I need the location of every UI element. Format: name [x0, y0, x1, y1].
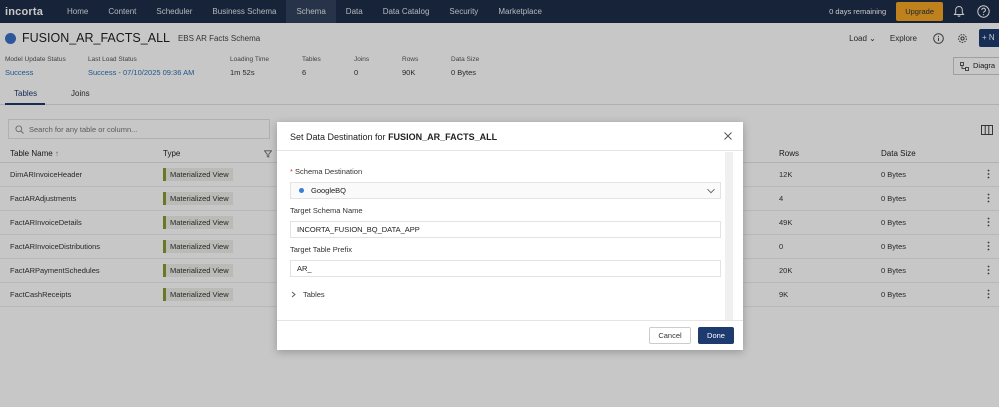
target-table-prefix-label: Target Table Prefix — [290, 245, 352, 254]
dialog-body: * Schema Destination GoogleBQ Target Sch… — [277, 152, 733, 320]
schema-destination-value: GoogleBQ — [311, 186, 347, 195]
cancel-button[interactable]: Cancel — [649, 327, 691, 344]
target-table-prefix-input[interactable]: AR_ — [290, 260, 721, 277]
dialog-title: Set Data Destination for FUSION_AR_FACTS… — [290, 132, 497, 142]
googlebq-icon — [299, 188, 304, 193]
target-schema-name-input[interactable]: INCORTA_FUSION_BQ_DATA_APP — [290, 221, 721, 238]
set-data-destination-dialog: Set Data Destination for FUSION_AR_FACTS… — [277, 122, 743, 350]
dialog-title-prefix: Set Data Destination for — [290, 132, 389, 142]
required-mark: * — [290, 167, 293, 176]
chevron-down-icon — [707, 188, 715, 194]
tables-expander[interactable]: Tables — [290, 290, 325, 299]
done-button[interactable]: Done — [698, 327, 734, 344]
close-icon[interactable] — [723, 131, 733, 141]
schema-destination-label: * Schema Destination — [290, 167, 362, 176]
dialog-title-schema: FUSION_AR_FACTS_ALL — [388, 132, 498, 142]
tables-expander-label: Tables — [303, 290, 325, 299]
chevron-right-icon — [291, 291, 296, 298]
dialog-footer: Cancel Done — [277, 320, 743, 350]
target-schema-name-label: Target Schema Name — [290, 206, 363, 215]
schema-destination-select[interactable]: GoogleBQ — [290, 182, 721, 199]
schema-destination-label-text: Schema Destination — [295, 167, 363, 176]
dialog-header: Set Data Destination for FUSION_AR_FACTS… — [277, 122, 743, 151]
